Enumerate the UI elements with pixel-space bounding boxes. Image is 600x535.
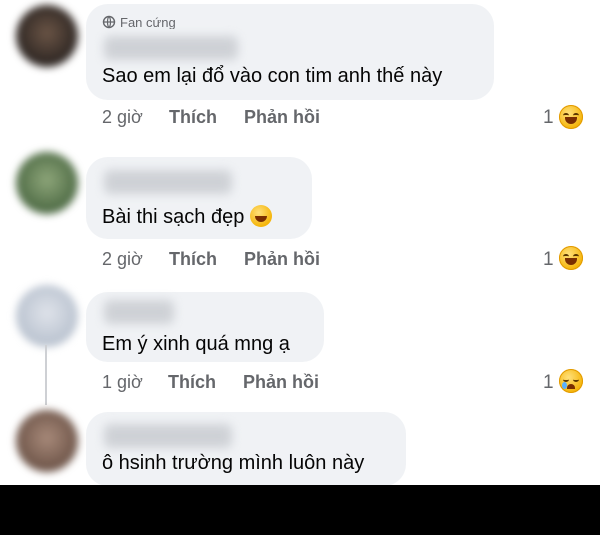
avatar[interactable] — [16, 410, 78, 472]
like-button[interactable]: Thích — [169, 249, 217, 270]
comment-time[interactable]: 2 giờ — [102, 107, 143, 128]
reaction-count[interactable]: 1 — [543, 372, 554, 394]
avatar[interactable] — [16, 285, 78, 347]
avatar[interactable] — [16, 152, 78, 214]
commenter-name[interactable] — [104, 170, 232, 194]
commenter-name[interactable] — [104, 36, 238, 60]
reaction-count[interactable]: 1 — [543, 249, 554, 271]
like-button[interactable]: Thích — [168, 372, 216, 393]
comment-text: ô hsinh trường mình luôn này — [102, 452, 365, 474]
laugh-reaction-icon[interactable] — [559, 105, 583, 129]
comment-time[interactable]: 1 giờ — [102, 372, 143, 393]
comment-text: Em ý xinh quá mng ạ — [102, 333, 290, 355]
comment-time[interactable]: 2 giờ — [102, 249, 143, 270]
reply-button[interactable]: Phản hồi — [244, 249, 320, 270]
reaction-count[interactable]: 1 — [543, 107, 554, 129]
commenter-name[interactable] — [104, 300, 174, 324]
comment-text: Bài thi sạch đẹp — [102, 205, 272, 229]
comment-text: Sao em lại đổ vào con tim anh thế này — [102, 65, 443, 87]
sad-reaction-icon[interactable] — [559, 369, 583, 393]
avatar[interactable] — [16, 5, 78, 67]
thread-line — [45, 345, 47, 405]
bottom-bar — [0, 485, 600, 535]
fan-badge: Fan cứng — [120, 15, 176, 29]
like-button[interactable]: Thích — [169, 107, 217, 128]
laugh-reaction-icon[interactable] — [559, 246, 583, 270]
reply-button[interactable]: Phản hồi — [243, 372, 319, 393]
laugh-emoji-icon — [249, 205, 272, 227]
commenter-name[interactable] — [104, 424, 232, 448]
globe-icon — [102, 15, 116, 29]
badge-row: Fan cứng — [102, 15, 176, 29]
reply-button[interactable]: Phản hồi — [244, 107, 320, 128]
